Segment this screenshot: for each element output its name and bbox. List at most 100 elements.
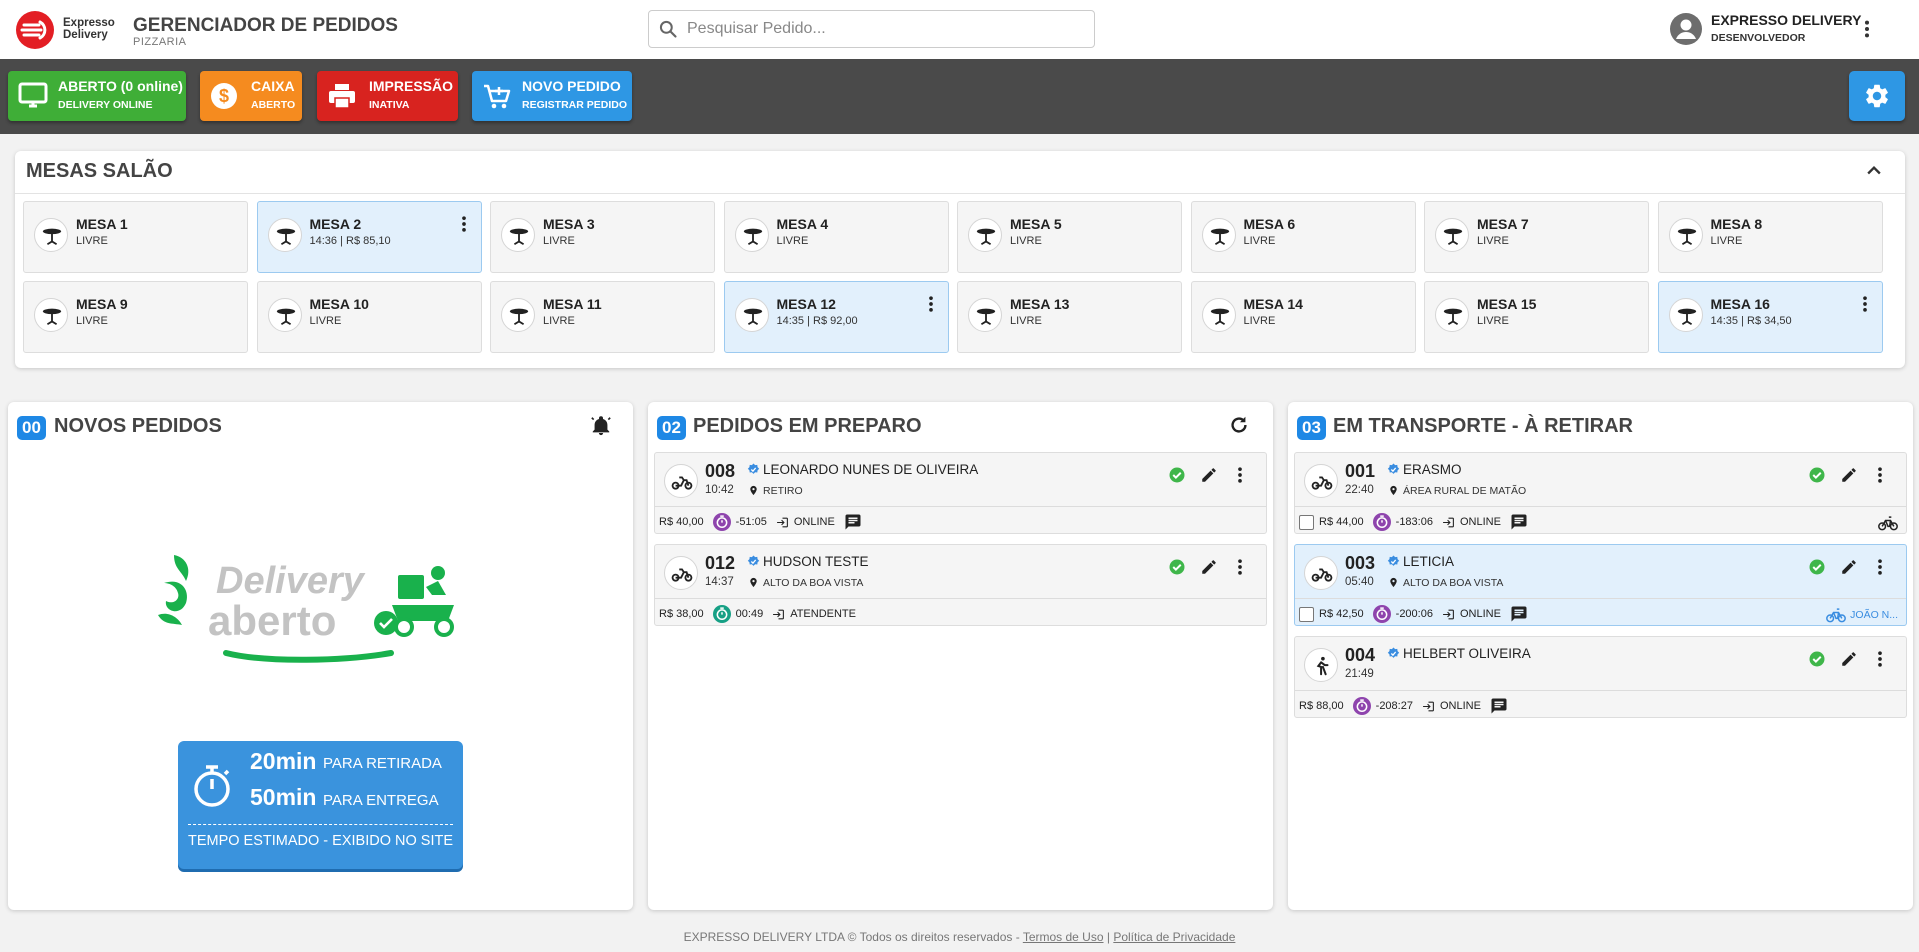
- mesa-status: LIVRE: [1010, 235, 1042, 247]
- location-pin-icon: [748, 484, 759, 497]
- verified-icon: [747, 555, 760, 568]
- order-number: 004: [1345, 645, 1376, 665]
- mesa-card[interactable]: MESA 16 14:35 | R$ 34,50: [1657, 281, 1883, 353]
- rider-tag[interactable]: JOÃO N...: [1826, 605, 1898, 625]
- order-price: R$ 88,00: [1299, 700, 1344, 712]
- mesa-name: MESA 14: [1243, 296, 1303, 312]
- mesa-card[interactable]: MESA 8 LIVRE: [1657, 201, 1883, 273]
- customer-name: LETICIA: [1403, 554, 1455, 569]
- order-timer: -208:27: [1375, 700, 1413, 712]
- table-icon: [34, 298, 68, 332]
- motorcycle-icon: [664, 556, 698, 590]
- logo-line1: Expresso: [63, 17, 115, 29]
- table-icon: [1201, 298, 1236, 332]
- delivery-status-button[interactable]: ABERTO (0 online) DELIVERY ONLINE: [8, 71, 186, 121]
- bell-icon[interactable]: [590, 414, 612, 438]
- mesa-card[interactable]: MESA 1 LIVRE: [23, 201, 248, 273]
- mesa-card[interactable]: MESA 5 LIVRE: [957, 201, 1182, 273]
- mesa-card[interactable]: MESA 2 14:36 | R$ 85,10: [256, 201, 482, 273]
- mesa-card[interactable]: MESA 11 LIVRE: [490, 281, 715, 353]
- confirm-check-icon[interactable]: [1808, 466, 1826, 484]
- mesa-card[interactable]: MESA 13 LIVRE: [957, 281, 1182, 353]
- chat-icon[interactable]: [1510, 605, 1528, 623]
- mesa-card[interactable]: MESA 4 LIVRE: [723, 201, 949, 273]
- mesa-name: MESA 8: [1710, 216, 1763, 232]
- edit-icon[interactable]: [1200, 466, 1218, 484]
- login-icon: [776, 516, 789, 529]
- mesas-salao-title: MESAS SALÃO: [26, 160, 173, 182]
- search-input[interactable]: [687, 11, 1087, 47]
- order-timer: -183:06: [1395, 516, 1433, 528]
- more-vert-icon[interactable]: [1855, 294, 1875, 314]
- more-vert-icon[interactable]: [921, 294, 941, 314]
- more-vert-icon[interactable]: [1856, 18, 1878, 40]
- order-price: R$ 40,00: [659, 516, 704, 528]
- order-number: 001: [1345, 461, 1376, 481]
- edit-icon[interactable]: [1840, 558, 1858, 576]
- copyright-text: EXPRESSO DELIVERY LTDA © Todos os direit…: [683, 930, 1023, 944]
- verified-icon: [1387, 555, 1400, 568]
- order-card[interactable]: 012 14:37 HUDSON TESTE ALTO DA BOA VISTA R$ …: [654, 544, 1267, 626]
- divider: [655, 506, 1266, 507]
- confirm-check-icon[interactable]: [1808, 650, 1826, 668]
- impressao-label: IMPRESSÃO: [369, 78, 454, 94]
- stopwatch-icon: [192, 764, 232, 808]
- caixa-button[interactable]: $ CAIXA ABERTO: [200, 71, 302, 121]
- mesa-card[interactable]: MESA 9 LIVRE: [23, 281, 248, 353]
- edit-icon[interactable]: [1200, 558, 1218, 576]
- mesa-card[interactable]: MESA 7 LIVRE: [1424, 201, 1649, 273]
- more-vert-icon[interactable]: [1230, 557, 1250, 577]
- order-footer: R$ 44,00 -183:06 ONLINE: [1299, 512, 1533, 532]
- order-card[interactable]: 003 05:40 LETICIA ALTO DA BOA VISTA R$ 42,50…: [1294, 544, 1907, 626]
- rider-tag[interactable]: [1878, 513, 1898, 533]
- order-source: ONLINE: [1439, 700, 1481, 712]
- chat-icon[interactable]: [1510, 513, 1528, 531]
- mesa-card[interactable]: MESA 12 14:35 | R$ 92,00: [723, 281, 949, 353]
- terms-link[interactable]: Termos de Uso: [1023, 930, 1104, 944]
- more-vert-icon[interactable]: [1230, 465, 1250, 485]
- novo-pedido-button[interactable]: NOVO PEDIDO REGISTRAR PEDIDO: [472, 71, 632, 121]
- table-icon: [267, 218, 302, 252]
- edit-icon[interactable]: [1840, 650, 1858, 668]
- table-icon: [267, 298, 302, 332]
- confirm-check-icon[interactable]: [1168, 466, 1186, 484]
- chevron-up-icon[interactable]: [1864, 161, 1884, 181]
- mesa-status: LIVRE: [543, 235, 575, 247]
- chat-icon[interactable]: [844, 513, 862, 531]
- more-vert-icon[interactable]: [1870, 557, 1890, 577]
- order-checkbox[interactable]: [1299, 606, 1314, 622]
- mesa-card[interactable]: MESA 14 LIVRE: [1190, 281, 1416, 353]
- order-card[interactable]: 008 10:42 LEONARDO NUNES DE OLIVEIRA RETIRO…: [654, 452, 1267, 534]
- mesa-card[interactable]: MESA 6 LIVRE: [1190, 201, 1416, 273]
- chat-icon[interactable]: [1490, 697, 1508, 715]
- mesa-name: MESA 9: [76, 296, 128, 312]
- table-icon: [968, 298, 1002, 332]
- logo-text: Expresso Delivery: [63, 17, 115, 41]
- edit-icon[interactable]: [1840, 466, 1858, 484]
- mesa-card[interactable]: MESA 15 LIVRE: [1424, 281, 1649, 353]
- impressao-button[interactable]: IMPRESSÃO INATIVA: [317, 71, 458, 121]
- privacy-link[interactable]: Política de Privacidade: [1113, 930, 1235, 944]
- transporte-title: EM TRANSPORTE - À RETIRAR: [1333, 415, 1633, 437]
- divider: [188, 824, 453, 825]
- more-vert-icon[interactable]: [1870, 649, 1890, 669]
- page-footer: EXPRESSO DELIVERY LTDA © Todos os direit…: [0, 930, 1919, 944]
- confirm-check-icon[interactable]: [1808, 558, 1826, 576]
- search-box[interactable]: [648, 10, 1095, 48]
- refresh-icon[interactable]: [1228, 414, 1250, 436]
- divider: [1295, 690, 1906, 691]
- mesa-card[interactable]: MESA 3 LIVRE: [490, 201, 715, 273]
- order-card[interactable]: 001 22:40 ERASMO ÁREA RURAL DE MATÃO R$ 44,0…: [1294, 452, 1907, 534]
- mesa-status: LIVRE: [1243, 235, 1276, 247]
- more-vert-icon[interactable]: [454, 214, 474, 234]
- more-vert-icon[interactable]: [1870, 465, 1890, 485]
- order-number: 008: [705, 461, 736, 481]
- mesa-card[interactable]: MESA 10 LIVRE: [256, 281, 482, 353]
- mesa-name: MESA 10: [309, 296, 369, 312]
- order-card[interactable]: 004 21:49 HELBERT OLIVEIRA R$ 88,00 -208:27 O…: [1294, 636, 1907, 718]
- confirm-check-icon[interactable]: [1168, 558, 1186, 576]
- order-checkbox[interactable]: [1299, 514, 1314, 530]
- user-avatar[interactable]: [1669, 12, 1703, 46]
- settings-button[interactable]: [1849, 71, 1905, 121]
- mesa-name: MESA 1: [76, 216, 128, 232]
